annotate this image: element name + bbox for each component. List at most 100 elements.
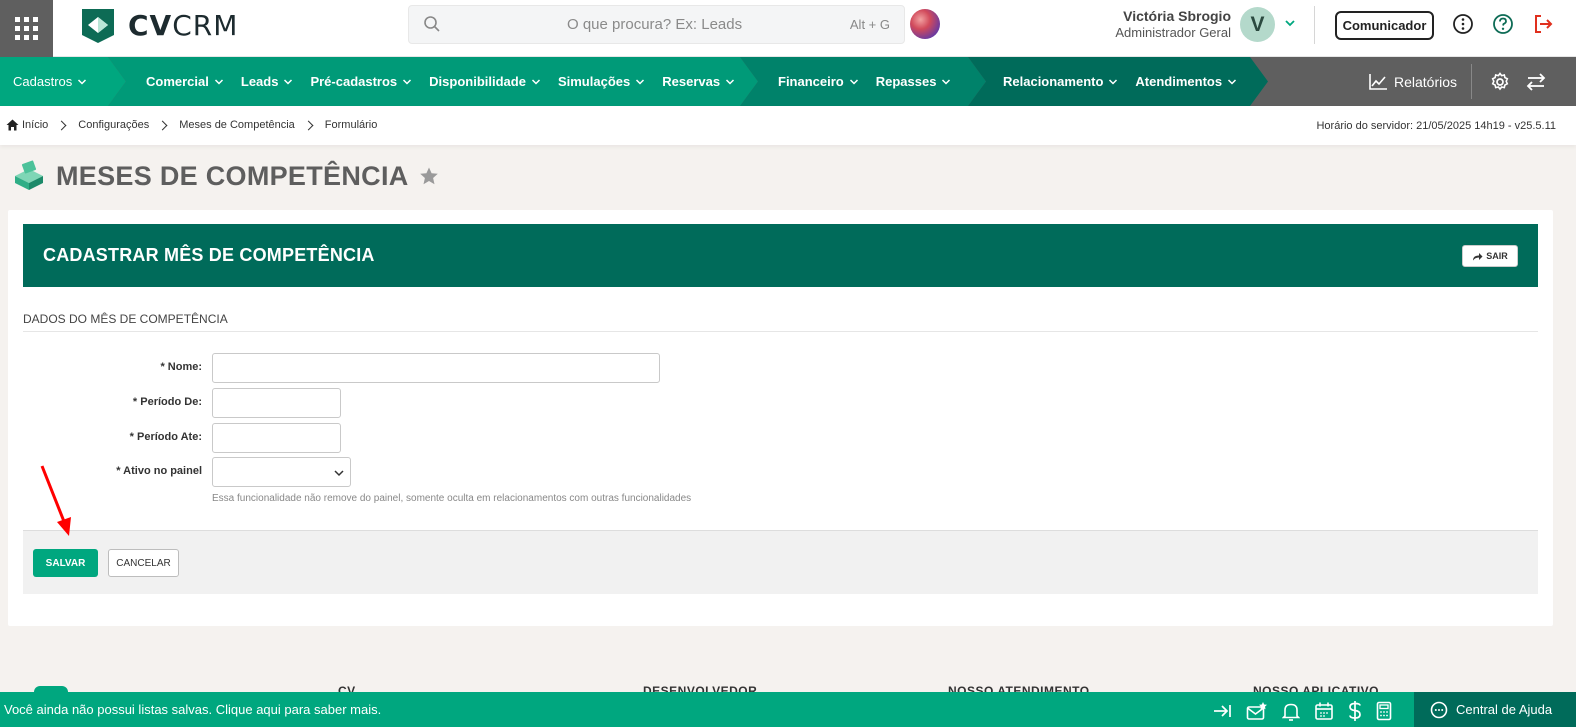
avatar[interactable]: V (1240, 7, 1275, 42)
nome-label: * Nome: (160, 361, 202, 373)
apps-menu-button[interactable] (0, 0, 53, 57)
breadcrumb-home[interactable]: Início (6, 119, 48, 131)
search-shortcut-hint: Alt + G (849, 17, 890, 32)
page-header: MESES DE COMPETÊNCIA (12, 158, 439, 194)
breadcrumb-item-configuracoes[interactable]: Configurações (78, 119, 149, 131)
section-title: DADOS DO MÊS DE COMPETÊNCIA (23, 312, 228, 326)
user-role: Administrador Geral (1115, 25, 1231, 40)
header-divider (1314, 6, 1315, 44)
nav-item-cadastros[interactable]: Cadastros (13, 74, 87, 89)
form-title: CADASTRAR MÊS DE COMPETÊNCIA (43, 245, 375, 265)
mail-star-icon[interactable] (1246, 701, 1268, 721)
form-card: CADASTRAR MÊS DE COMPETÊNCIA SAIR DADOS … (8, 210, 1553, 626)
nav-item-leads[interactable]: Leads (241, 74, 294, 89)
saved-lists-message[interactable]: Você ainda não possui listas salvas. Cli… (4, 702, 381, 717)
ativo-painel-select[interactable] (212, 457, 351, 487)
periodo-de-input[interactable] (212, 388, 341, 418)
page-footer: CV DESENVOLVEDOR NOSSO ATENDIMENTO NOSSO… (0, 676, 1576, 692)
top-header: CVCRM O que procura? Ex: Leads Alt + G V… (0, 0, 1576, 57)
apps-grid-icon (15, 17, 38, 40)
help-icon[interactable] (1492, 13, 1514, 35)
chevron-right-icon (303, 120, 314, 130)
gear-icon[interactable] (1490, 72, 1510, 92)
chevron-down-icon (531, 78, 540, 85)
ativo-painel-help-text: Essa funcionalidade não remove do painel… (212, 493, 692, 504)
cvcrm-logo[interactable]: CVCRM (78, 5, 238, 45)
chevron-down-icon (284, 78, 293, 85)
search-icon (424, 16, 440, 32)
user-name: Victória Sbrogio (1123, 8, 1231, 24)
chevron-down-icon (1228, 78, 1237, 85)
user-info[interactable]: Victória Sbrogio Administrador Geral (1100, 8, 1231, 41)
nav-item-disponibilidade[interactable]: Disponibilidade (429, 74, 541, 89)
breadcrumb-item-formulario: Formulário (324, 119, 378, 131)
form-card-header: CADASTRAR MÊS DE COMPETÊNCIA SAIR (23, 224, 1538, 287)
save-button[interactable]: SALVAR (33, 549, 98, 577)
calendar-icon[interactable] (1314, 701, 1334, 721)
nav-group-comercial: Comercial Leads Pré-cadastros Disponibil… (146, 57, 735, 106)
section-divider (23, 331, 1538, 332)
nav-item-reservas[interactable]: Reservas (662, 74, 735, 89)
search-placeholder: O que procura? Ex: Leads (567, 16, 743, 33)
nav-item-relacionamento[interactable]: Relacionamento (1003, 74, 1118, 89)
nav-group-cadastros: Cadastros (13, 57, 87, 106)
footer-column-aplicativo: NOSSO APLICATIVO (1253, 684, 1380, 692)
dollar-icon[interactable] (1348, 700, 1362, 722)
nav-group-relacionamento: Relacionamento Atendimentos (1003, 57, 1237, 106)
logo-wordmark: CVCRM (128, 8, 239, 42)
chevron-down-icon (78, 78, 87, 85)
nav-divider (1471, 64, 1472, 99)
breadcrumb: Início Configurações Meses de Competênci… (6, 119, 377, 131)
chevron-down-icon (849, 78, 858, 85)
nav-item-simulacoes[interactable]: Simulações (558, 74, 645, 89)
periodo-de-label: * Período De: (132, 396, 202, 408)
periodo-ate-label: * Período Ate: (129, 431, 202, 443)
chevron-down-icon (726, 78, 735, 85)
nome-input[interactable] (212, 353, 660, 383)
nav-item-relatorios[interactable]: Relatórios (1368, 57, 1457, 106)
chat-bubble-icon (1430, 701, 1448, 718)
periodo-ate-input[interactable] (212, 423, 341, 453)
calendar-money-icon (15, 160, 43, 190)
swap-arrows-icon[interactable] (1526, 72, 1546, 92)
global-search[interactable]: O que procura? Ex: Leads Alt + G (408, 5, 905, 44)
collapse-right-icon[interactable] (1212, 702, 1232, 720)
ativo-painel-label: * Ativo no painel (116, 465, 202, 477)
annotation-arrow-icon (40, 465, 71, 536)
nav-item-pre-cadastros[interactable]: Pré-cadastros (310, 74, 412, 89)
info-icon[interactable] (1452, 13, 1474, 35)
chevron-right-icon (56, 120, 67, 130)
star-icon[interactable] (419, 166, 439, 186)
chevron-down-icon (1109, 78, 1118, 85)
bell-icon[interactable] (1282, 701, 1300, 721)
footer-column-atendimento: NOSSO ATENDIMENTO (948, 684, 1090, 692)
breadcrumb-item-meses[interactable]: Meses de Competência (179, 119, 295, 131)
page-title: MESES DE COMPETÊNCIA (56, 160, 409, 191)
server-time: Horário do servidor: 21/05/2025 14h19 - … (1316, 120, 1556, 132)
bottom-status-bar: Você ainda não possui listas salvas. Cli… (0, 692, 1576, 727)
nav-item-financeiro[interactable]: Financeiro (778, 74, 859, 89)
assistant-orb-icon[interactable] (910, 9, 940, 39)
nav-item-comercial[interactable]: Comercial (146, 74, 224, 89)
help-center-button[interactable]: Central de Ajuda (1414, 692, 1576, 727)
footer-column-cv: CV (338, 684, 356, 692)
footer-column-desenvolvedor: DESENVOLVEDOR (643, 684, 758, 692)
chevron-down-icon[interactable] (1284, 17, 1296, 29)
cvcrm-logo-icon (82, 9, 114, 43)
breadcrumb-bar: Início Configurações Meses de Competênci… (0, 106, 1576, 145)
calculator-icon[interactable] (1376, 701, 1392, 721)
chevron-down-icon (214, 78, 223, 85)
chevron-down-icon (334, 470, 344, 477)
nav-item-atendimentos[interactable]: Atendimentos (1135, 74, 1237, 89)
chevron-down-icon (942, 78, 951, 85)
chevron-down-icon (636, 78, 645, 85)
comunicador-button[interactable]: Comunicador (1335, 11, 1434, 40)
nav-item-repasses[interactable]: Repasses (876, 74, 952, 89)
logout-icon[interactable] (1532, 13, 1554, 35)
main-nav: Cadastros Comercial Leads Pré-cadastros … (0, 57, 1576, 106)
exit-button[interactable]: SAIR (1462, 245, 1518, 267)
chevron-right-icon (157, 120, 168, 130)
cancel-button[interactable]: CANCELAR (108, 549, 179, 577)
chevron-down-icon (403, 78, 412, 85)
home-icon (6, 119, 19, 131)
